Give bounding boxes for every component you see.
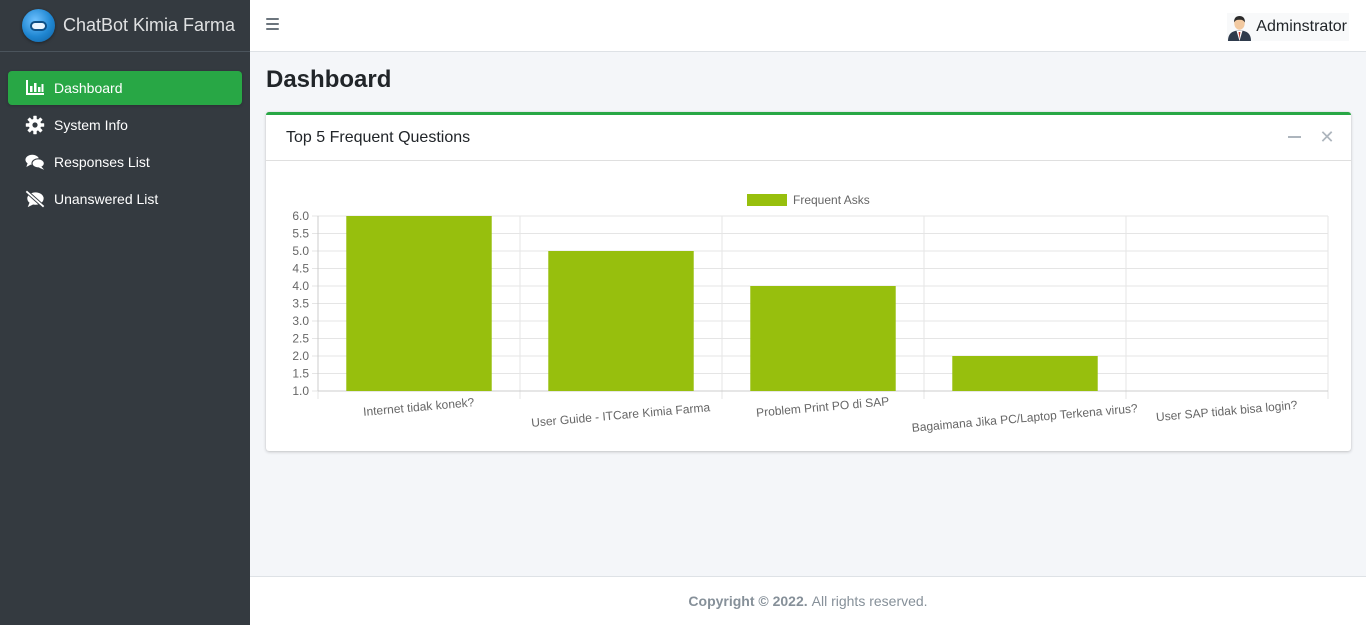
y-tick-label: 1.5 <box>292 367 309 381</box>
sidebar-item-label: System Info <box>54 117 128 133</box>
y-tick-label: 2.0 <box>292 349 309 363</box>
bar <box>346 216 492 391</box>
sidebar-item-label: Responses List <box>54 154 150 170</box>
avatar <box>1228 15 1252 41</box>
close-icon: ✕ <box>1319 126 1335 147</box>
y-tick-label: 4.0 <box>292 279 309 293</box>
copyright-text: Copyright © 2022. <box>688 593 808 609</box>
sidebar-item-system-info[interactable]: System Info <box>8 108 242 142</box>
sidebar-item-unanswered-list[interactable]: Unanswered List <box>8 182 242 216</box>
y-tick-label: 2.5 <box>292 332 309 346</box>
legend-swatch <box>747 194 787 206</box>
bar <box>548 251 694 391</box>
card-header: Top 5 Frequent Questions ✕ <box>266 115 1351 161</box>
sidebar-nav: Dashboard System Info Responses List Una… <box>0 52 250 216</box>
sidebar-item-label: Dashboard <box>54 80 123 96</box>
bar-chart-icon <box>24 78 46 98</box>
bar <box>952 356 1098 391</box>
sidebar-item-label: Unanswered List <box>54 191 159 207</box>
menu-toggle-icon[interactable] <box>266 18 279 32</box>
brand-logo-icon <box>22 9 55 42</box>
footer: Copyright © 2022. All rights reserved. <box>250 576 1366 625</box>
x-tick-label: Bagaimana Jika PC/Laptop Terkena virus? <box>911 401 1138 435</box>
sidebar-item-dashboard[interactable]: Dashboard <box>8 71 242 105</box>
card-title: Top 5 Frequent Questions <box>286 129 471 146</box>
comments-icon <box>24 152 46 172</box>
frequent-questions-card: Top 5 Frequent Questions ✕ Frequent Asks… <box>266 112 1351 451</box>
gear-icon <box>24 115 46 135</box>
x-tick-label: User Guide - ITCare Kimia Farma <box>531 400 711 430</box>
brand-name: ChatBot Kimia Farma <box>63 15 236 35</box>
y-tick-label: 1.0 <box>292 384 309 398</box>
x-tick-label: User SAP tidak bisa login? <box>1155 398 1298 424</box>
x-tick-label: Internet tidak konek? <box>363 395 476 419</box>
y-tick-label: 6.0 <box>292 209 309 223</box>
legend-label: Frequent Asks <box>793 193 870 207</box>
y-tick-label: 3.5 <box>292 297 309 311</box>
y-tick-label: 5.0 <box>292 244 309 258</box>
comment-slash-icon <box>24 189 46 209</box>
x-tick-label: Problem Print PO di SAP <box>756 394 890 420</box>
page-title: Dashboard <box>266 66 392 93</box>
y-tick-label: 3.0 <box>292 314 309 328</box>
rights-text: All rights reserved. <box>811 593 928 609</box>
brand-link[interactable]: ChatBot Kimia Farma <box>0 0 250 52</box>
collapse-button[interactable] <box>1284 127 1304 147</box>
y-tick-label: 5.5 <box>292 227 309 241</box>
bar-chart: Frequent Asks 6.0 5.5 5.0 4.5 4.0 3.5 3.0 2.5 2.0… <box>292 193 1329 435</box>
minus-icon <box>1287 136 1301 138</box>
bar <box>750 286 896 391</box>
sidebar-item-responses-list[interactable]: Responses List <box>8 145 242 179</box>
user-name: Adminstrator <box>1256 18 1347 35</box>
y-tick-label: 4.5 <box>292 262 309 276</box>
close-button[interactable]: ✕ <box>1317 127 1337 147</box>
main-sidebar: ChatBot Kimia Farma Dashboard System Inf… <box>0 0 250 625</box>
top-navbar: Adminstrator <box>250 0 1366 52</box>
user-menu[interactable]: Adminstrator <box>1227 13 1349 41</box>
